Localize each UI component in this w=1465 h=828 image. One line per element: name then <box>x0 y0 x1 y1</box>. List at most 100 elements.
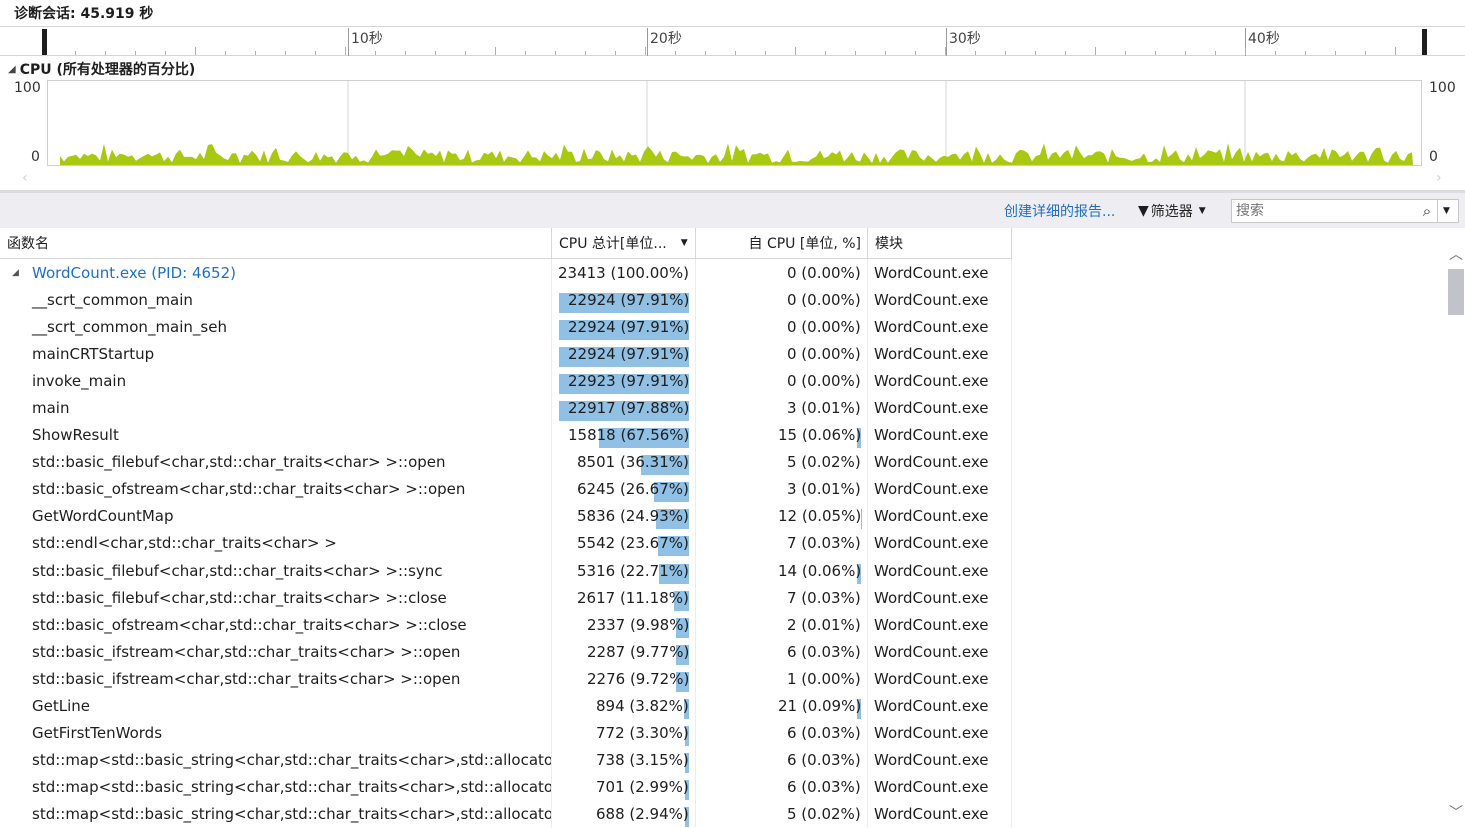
table-row[interactable]: GetWordCountMap 5836 (24.93%) 12 (0.05%) Wo… <box>0 502 1012 530</box>
self-cpu-value: 2 (0.01%) <box>787 615 861 634</box>
y-min-left: 0 <box>31 149 40 165</box>
function-name[interactable]: WordCount.exe (PID: 4652) <box>32 264 236 282</box>
column-header-module[interactable]: 模块 <box>868 228 1012 258</box>
collapse-triangle-icon[interactable]: ◢ <box>8 64 16 75</box>
self-cpu-value: 0 (0.00%) <box>787 317 861 336</box>
table-row[interactable]: std::map<std::basic_string<char,std::cha… <box>0 773 1012 801</box>
search-input[interactable] <box>1232 203 1417 219</box>
cpu-total-value: 688 (2.94%) <box>596 805 689 824</box>
table-row[interactable]: std::basic_filebuf<char,std::char_traits… <box>0 557 1012 585</box>
scroll-thumb[interactable] <box>1448 269 1464 315</box>
column-header-function-name[interactable]: 函数名 <box>0 228 552 258</box>
range-end-handle[interactable] <box>1422 29 1427 55</box>
ruler-tick <box>315 51 316 55</box>
cpu-total-value: 5542 (23.67%) <box>577 534 689 553</box>
filter-button[interactable]: ▼ 筛选器 ▼ <box>1138 201 1206 221</box>
ruler-tick <box>405 51 406 55</box>
function-name-cell: std::endl<char,std::char_traits<char> > <box>0 529 552 558</box>
table-row[interactable]: std::map<std::basic_string<char,std::cha… <box>0 746 1012 774</box>
function-name: std::basic_filebuf<char,std::char_traits… <box>32 588 447 607</box>
cpu-total-cell: 22924 (97.91%) <box>552 313 696 341</box>
scroll-down-icon[interactable]: ﹀ <box>1447 802 1465 822</box>
function-name-cell: ◢ WordCount.exe (PID: 4652) <box>0 259 552 287</box>
table-row[interactable]: __scrt_common_main_seh 22924 (97.91%) 0 (0… <box>0 313 1012 341</box>
table-row[interactable]: invoke_main 22923 (97.91%) 0 (0.00%) WordCo… <box>0 367 1012 395</box>
module-cell: WordCount.exe <box>868 529 1012 558</box>
cpu-usage-area <box>60 143 1413 165</box>
self-cpu-value: 5 (0.02%) <box>787 453 861 472</box>
table-row[interactable]: std::map<std::basic_string<char,std::cha… <box>0 800 1012 828</box>
self-cpu-value: 6 (0.03%) <box>787 724 861 743</box>
scroll-up-icon[interactable]: ︿ <box>1447 244 1465 264</box>
search-icon[interactable]: ⌕ <box>1417 202 1437 220</box>
table-row[interactable]: ShowResult 15818 (67.56%) 15 (0.06%) WordCo… <box>0 421 1012 449</box>
function-name-cell: std::basic_ifstream<char,std::char_trait… <box>0 665 552 693</box>
function-name-cell: std::map<std::basic_string<char,std::cha… <box>0 746 552 774</box>
ruler-tick <box>615 51 616 55</box>
cpu-total-value: 22923 (97.91%) <box>568 371 690 390</box>
table-row[interactable]: mainCRTStartup 22924 (97.91%) 0 (0.00%) Wor… <box>0 340 1012 368</box>
cpu-total-value: 5316 (22.71%) <box>577 561 689 580</box>
session-title: 诊断会话: 45.919 秒 <box>14 6 154 22</box>
self-cpu-value: 6 (0.03%) <box>787 778 861 797</box>
function-name: invoke_main <box>32 371 127 390</box>
function-name: GetLine <box>32 697 90 716</box>
function-name-cell: std::basic_filebuf<char,std::char_traits… <box>0 557 552 585</box>
column-header-cpu-total-label: CPU 总计[单位... <box>559 236 667 252</box>
table-row[interactable]: main 22917 (97.88%) 3 (0.01%) WordCount.exe <box>0 394 1012 422</box>
function-name: GetWordCountMap <box>32 507 174 526</box>
self-cpu-cell: 14 (0.06%) <box>696 557 868 585</box>
cpu-graph-title: CPU (所有处理器的百分比) <box>19 62 196 78</box>
ruler-tick <box>345 47 346 55</box>
search-box[interactable]: ⌕ ▼ <box>1231 199 1459 223</box>
cpu-total-cell: 2287 (9.77%) <box>552 638 696 666</box>
module-cell: WordCount.exe <box>868 719 1012 747</box>
cpu-total-value: 22924 (97.91%) <box>568 290 690 309</box>
function-name: ShowResult <box>32 426 119 445</box>
timeline-ruler[interactable]: 10秒 20秒 30秒 40秒 <box>0 26 1465 56</box>
table-row[interactable]: std::basic_ifstream<char,std::char_trait… <box>0 665 1012 693</box>
graph-scroll-left-icon[interactable]: ‹ <box>22 170 28 186</box>
table-row[interactable]: std::basic_ofstream<char,std::char_trait… <box>0 475 1012 503</box>
table-row[interactable]: std::endl<char,std::char_traits<char> > 5… <box>0 529 1012 558</box>
table-row[interactable]: GetLine 894 (3.82%) 21 (0.09%) WordCount.ex… <box>0 692 1012 720</box>
range-start-handle[interactable] <box>42 29 47 55</box>
cpu-total-value: 8501 (36.31%) <box>577 453 689 472</box>
self-cpu-value: 0 (0.00%) <box>787 371 861 390</box>
cpu-total-cell: 5542 (23.67%) <box>552 529 696 558</box>
filter-label: 筛选器 <box>1150 204 1193 220</box>
function-name-cell: main <box>0 394 552 422</box>
cpu-graph[interactable] <box>47 80 1422 166</box>
ruler-tick <box>675 51 676 55</box>
column-header-cpu-total[interactable]: CPU 总计[单位... ▼ <box>552 228 696 258</box>
module-cell: WordCount.exe <box>868 502 1012 530</box>
module-cell: WordCount.exe <box>868 340 1012 368</box>
cpu-total-value: 2276 (9.72%) <box>587 669 690 688</box>
table-row[interactable]: std::basic_filebuf<char,std::char_traits… <box>0 448 1012 476</box>
funnel-icon: ▼ <box>1138 203 1149 219</box>
ruler-tick <box>735 51 736 55</box>
function-name: __scrt_common_main_seh <box>32 317 227 336</box>
module-cell: WordCount.exe <box>868 746 1012 774</box>
ruler-tick <box>1065 51 1066 55</box>
column-header-self-cpu[interactable]: 自 CPU [单位, %] <box>696 228 868 258</box>
table-row[interactable]: std::basic_filebuf<char,std::char_traits… <box>0 584 1012 612</box>
vertical-scrollbar[interactable]: ︿ ﹀ <box>1447 244 1465 828</box>
table-row[interactable]: GetFirstTenWords 772 (3.30%) 6 (0.03%) Word… <box>0 719 1012 747</box>
ruler-tick <box>435 51 436 55</box>
graph-scroll-right-icon[interactable]: › <box>1436 170 1442 186</box>
search-dropdown-icon[interactable]: ▼ <box>1437 200 1455 222</box>
self-cpu-value: 7 (0.03%) <box>787 534 861 553</box>
table-row[interactable]: __scrt_common_main 22924 (97.91%) 0 (0.00%… <box>0 286 1012 314</box>
function-name: std::basic_ifstream<char,std::char_trait… <box>32 642 461 661</box>
cpu-total-value: 701 (2.99%) <box>596 778 689 797</box>
table-row[interactable]: std::basic_ofstream<char,std::char_trait… <box>0 611 1012 639</box>
expand-triangle-icon[interactable]: ◢ <box>12 268 32 278</box>
table-row[interactable]: std::basic_ifstream<char,std::char_trait… <box>0 638 1012 666</box>
ruler-tick <box>855 51 856 55</box>
table-row[interactable]: ◢ WordCount.exe (PID: 4652) 23413 (100.00%… <box>0 259 1012 287</box>
create-report-link[interactable]: 创建详细的报告... <box>1004 201 1115 221</box>
function-name-cell: __scrt_common_main <box>0 286 552 314</box>
ruler-tick <box>1275 51 1276 55</box>
cpu-graph-header[interactable]: ◢ CPU (所有处理器的百分比) <box>8 59 195 79</box>
